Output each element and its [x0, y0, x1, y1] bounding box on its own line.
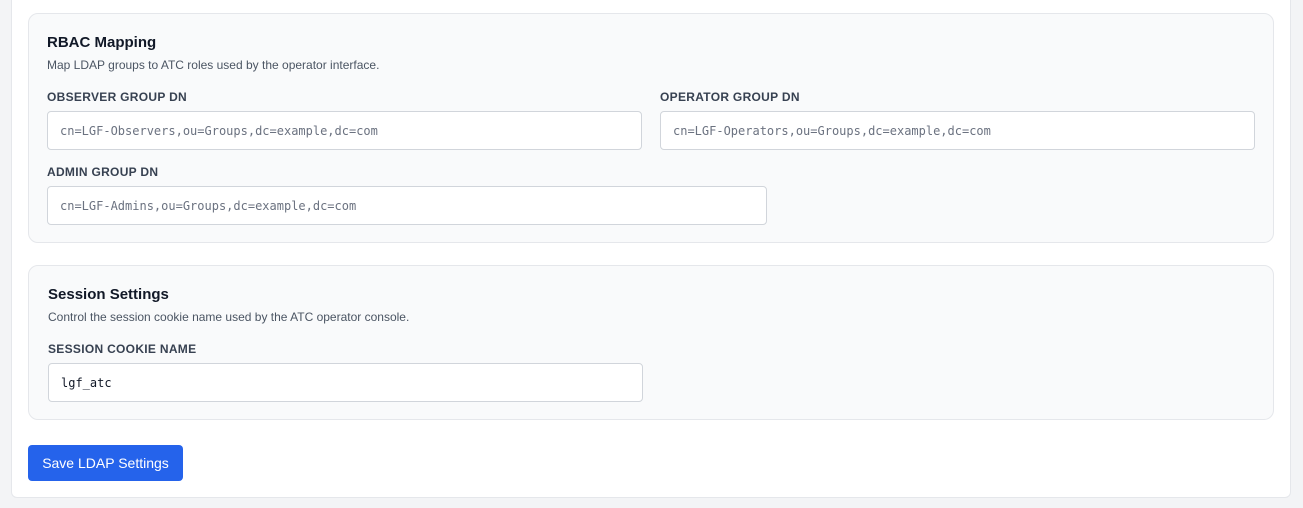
rbac-mapping-section: RBAC Mapping Map LDAP groups to ATC role… [28, 13, 1274, 243]
admin-group-label: ADMIN GROUP DN [47, 165, 159, 179]
ldap-settings-panel: RBAC Mapping Map LDAP groups to ATC role… [11, 0, 1291, 498]
admin-group-dn-input[interactable] [47, 186, 767, 225]
observer-group-label: OBSERVER GROUP DN [47, 90, 188, 104]
session-settings-section: Session Settings Control the session coo… [28, 265, 1274, 420]
session-cookie-name-input[interactable] [48, 363, 643, 402]
session-cookie-label: SESSION COOKIE NAME [48, 342, 197, 356]
session-section-title: Session Settings [48, 286, 169, 303]
rbac-section-title: RBAC Mapping [47, 34, 157, 51]
operator-group-label: OPERATOR GROUP DN [660, 90, 800, 104]
observer-group-dn-input[interactable] [47, 111, 642, 150]
save-ldap-settings-button[interactable]: Save LDAP Settings [28, 445, 183, 481]
rbac-section-description: Map LDAP groups to ATC roles used by the… [47, 58, 380, 72]
operator-group-dn-input[interactable] [660, 111, 1255, 150]
session-section-description: Control the session cookie name used by … [48, 310, 410, 324]
